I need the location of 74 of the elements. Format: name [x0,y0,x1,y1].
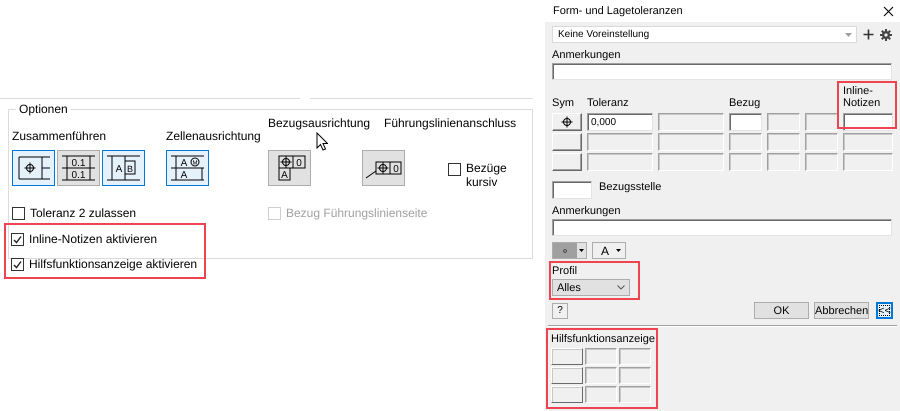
frame-field[interactable]: 0,000 [587,113,653,131]
section-label: Hilfsfunktionsanzeige [551,333,655,345]
frame-field[interactable] [729,113,762,131]
alignment-button[interactable]: 0 A [268,150,311,186]
group-label: Bezugsausrichtung [268,116,370,130]
add-icon[interactable] [863,29,874,40]
frame-field[interactable] [767,133,800,151]
notes-field[interactable] [552,219,892,236]
frame-field[interactable] [805,153,838,171]
caret-icon [845,32,852,36]
close-icon[interactable] [883,6,894,16]
frame-field[interactable] [767,153,800,171]
frame-field[interactable] [843,153,893,171]
helper-cell [619,367,651,384]
cursor-icon [316,132,328,151]
column-header: Bezug [729,97,760,109]
frame-field[interactable] [658,113,724,131]
group-title: Optionen [18,102,69,116]
column-header: Sym [552,97,574,109]
field-label: Anmerkungen [552,49,622,61]
help-button[interactable]: ? [552,302,568,318]
alignment-button[interactable] [12,150,55,186]
helper-button[interactable] [551,367,583,384]
check-icon [12,234,23,244]
group-label: Führungslinienanschluss [384,116,516,130]
frame-field[interactable] [658,133,724,151]
helper-button[interactable] [551,348,583,365]
field-label: Anmerkungen [552,205,622,217]
caret-icon [616,249,621,252]
checkbox[interactable]: Toleranz 2 zulassen [12,206,268,220]
symbol-button[interactable] [552,113,582,131]
frame-field[interactable] [587,133,653,151]
alignment-button[interactable]: 0 [362,150,405,186]
profile-dropdown[interactable]: Alles [552,279,630,296]
frame-field[interactable] [658,153,724,171]
frame-field[interactable] [767,113,800,131]
dot-icon [563,248,567,252]
chevron-icon [617,285,625,290]
window-title: Form- und Lagetoleranzen [553,5,683,17]
helper-cell [619,386,651,403]
position-icon [561,116,573,128]
color-picker-button[interactable] [552,242,587,259]
caret-icon [579,249,584,252]
column-header: Inline-Notizen [843,85,880,109]
settings-icon[interactable] [880,28,892,40]
group-label: Zellenausrichtung [166,129,261,143]
notes-field[interactable] [552,63,892,80]
frame-field[interactable] [729,153,762,171]
helper-cell [585,348,617,365]
checkbox[interactable]: Inline-Notizen aktivieren [11,232,204,246]
preset-dropdown[interactable]: Keine Voreinstellung [552,26,857,43]
frame-field[interactable] [729,133,762,151]
alignment-button[interactable]: A B [102,150,145,186]
field-label: Profil [552,265,578,277]
datum-point-field[interactable] [552,181,592,199]
frame-field[interactable] [587,153,653,171]
helper-button[interactable] [551,386,583,403]
checkbox[interactable]: Hilfsfunktionsanzeige aktivieren [11,257,204,271]
field-label: Bezugsstelle [599,181,662,193]
frame-field[interactable] [805,113,838,131]
frame-field[interactable] [805,133,838,151]
group-label: Zusammenführen [12,129,106,143]
checkbox[interactable]: Bezüge kursiv [448,161,532,189]
helper-cell [619,348,651,365]
frame-field[interactable] [843,133,893,151]
dialog-button[interactable]: OK [754,302,809,319]
helper-cell [585,386,617,403]
dialog-button[interactable]: Abbrechen [814,302,869,319]
alignment-button[interactable]: 0.1 0.1 [57,150,100,186]
font-button[interactable]: A [592,242,626,259]
column-header: Toleranz [587,97,629,109]
helper-cell [585,367,617,384]
check-icon [12,258,23,270]
dialog-button[interactable]: << [876,302,893,319]
